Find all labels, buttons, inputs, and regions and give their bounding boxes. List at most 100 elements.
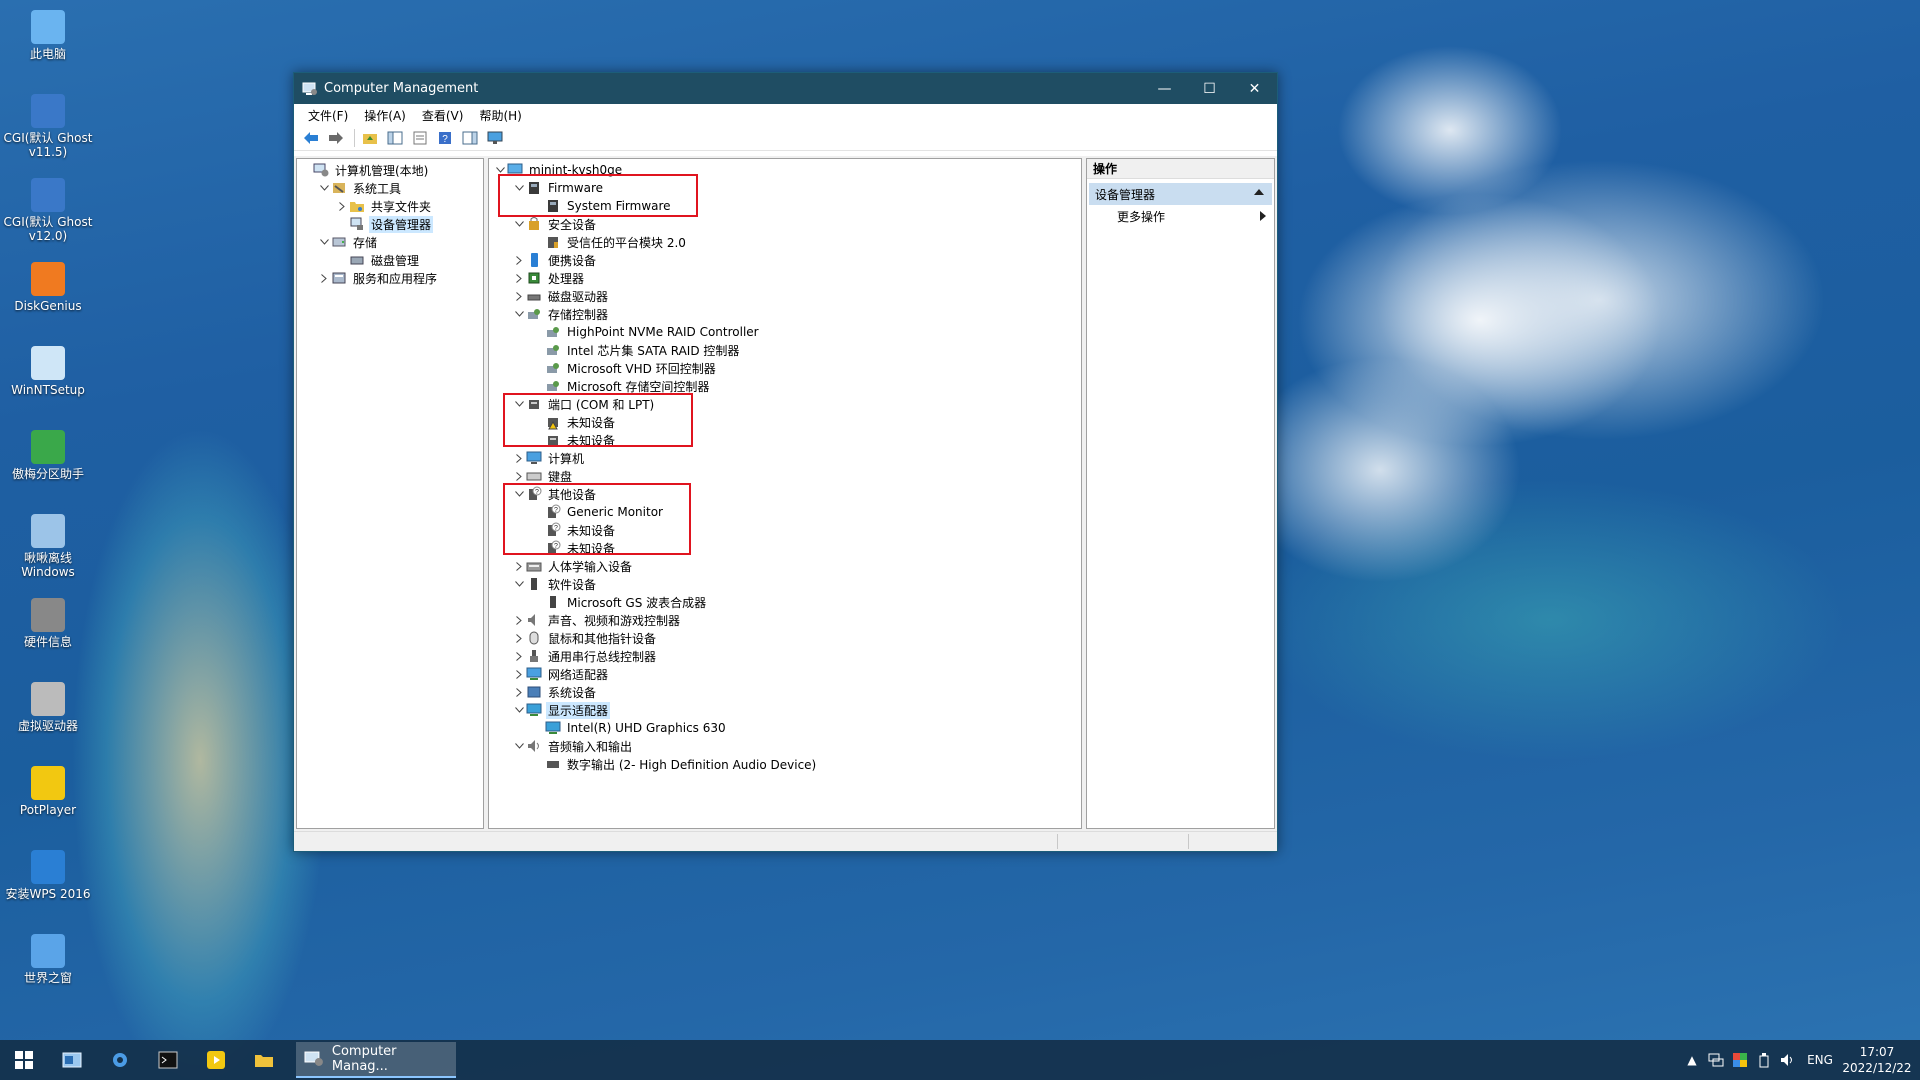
chevron-down-icon[interactable] bbox=[512, 311, 526, 317]
tree-item[interactable]: 系统设备 bbox=[512, 683, 598, 701]
desktop-icon[interactable]: PotPlayer bbox=[2, 762, 94, 842]
tree-item[interactable]: 共享文件夹 bbox=[335, 197, 433, 215]
desktop-icon[interactable]: 安装WPS 2016 bbox=[2, 846, 94, 926]
chevron-right-icon[interactable] bbox=[512, 687, 526, 697]
tree-item[interactable]: 网络适配器 bbox=[512, 665, 610, 683]
chevron-right-icon[interactable] bbox=[512, 669, 526, 679]
chevron-right-icon[interactable] bbox=[512, 651, 526, 661]
chevron-right-icon[interactable] bbox=[512, 291, 526, 301]
chevron-right-icon[interactable] bbox=[335, 201, 349, 211]
tree-item[interactable]: Microsoft GS 波表合成器 bbox=[531, 593, 708, 611]
scan-hardware-button[interactable] bbox=[484, 128, 506, 148]
menu-help[interactable]: 帮助(H) bbox=[471, 105, 529, 126]
tree-item[interactable]: 设备管理器 bbox=[335, 215, 434, 233]
minimize-button[interactable]: — bbox=[1142, 73, 1187, 104]
desktop-icon[interactable]: DiskGenius bbox=[2, 258, 94, 338]
chevron-down-icon[interactable] bbox=[317, 185, 331, 191]
tree-item[interactable]: 音频输入和输出 bbox=[512, 737, 634, 755]
tray-network[interactable] bbox=[1704, 1053, 1728, 1067]
tray-app[interactable] bbox=[1728, 1053, 1752, 1067]
tray-volume[interactable] bbox=[1776, 1053, 1800, 1067]
chevron-right-icon[interactable] bbox=[512, 633, 526, 643]
properties-button[interactable] bbox=[409, 128, 431, 148]
device-tree-pane[interactable]: minint-kvsh0ge Firmware System Firmware 安全设… bbox=[488, 158, 1082, 829]
tree-item[interactable]: 受信任的平台模块 2.0 bbox=[531, 233, 688, 251]
desktop-icon[interactable]: WinNTSetup bbox=[2, 342, 94, 422]
tree-item-label: 处理器 bbox=[548, 271, 585, 286]
tree-item[interactable]: 软件设备 bbox=[512, 575, 598, 593]
taskbar-file-explorer[interactable] bbox=[240, 1040, 288, 1080]
tree-item[interactable]: Microsoft VHD 环回控制器 bbox=[531, 359, 718, 377]
tree-item[interactable]: 通用串行总线控制器 bbox=[512, 647, 658, 665]
chevron-down-icon[interactable] bbox=[493, 167, 507, 173]
tree-item[interactable]: 存储控制器 bbox=[512, 305, 610, 323]
tree-item[interactable]: 显示适配器 bbox=[512, 701, 611, 719]
chevron-right-icon[interactable] bbox=[512, 273, 526, 283]
actions-section-device-manager[interactable]: 设备管理器 bbox=[1089, 183, 1272, 205]
chevron-right-icon[interactable] bbox=[512, 255, 526, 265]
menu-action[interactable]: 操作(A) bbox=[356, 105, 414, 126]
tree-item[interactable]: 计算机 bbox=[512, 449, 586, 467]
chevron-down-icon[interactable] bbox=[512, 581, 526, 587]
tree-item[interactable]: 数字输出 (2- High Definition Audio Device) bbox=[531, 755, 818, 773]
forward-button[interactable] bbox=[325, 128, 347, 148]
sound-icon bbox=[526, 612, 542, 628]
desktop-icon[interactable]: 啾啾离线 Windows bbox=[2, 510, 94, 590]
menu-file[interactable]: 文件(F) bbox=[300, 105, 356, 126]
desktop-icon[interactable]: 此电脑 bbox=[2, 6, 94, 86]
console-tree-pane[interactable]: 计算机管理(本地) 系统工具 共享文件夹 设备管理器 存储 磁盘管理 服务和应用程序 bbox=[296, 158, 484, 829]
desktop-icon[interactable]: 硬件信息 bbox=[2, 594, 94, 674]
portable-icon bbox=[526, 252, 542, 268]
tree-item[interactable]: Intel(R) UHD Graphics 630 bbox=[531, 719, 728, 737]
tree-item[interactable]: 存储 bbox=[317, 233, 379, 251]
more-actions-item[interactable]: 更多操作 bbox=[1087, 205, 1274, 227]
show-hide-tree-button[interactable] bbox=[384, 128, 406, 148]
taskbar-explorer-alt[interactable] bbox=[48, 1040, 96, 1080]
taskbar-settings[interactable] bbox=[96, 1040, 144, 1080]
up-folder-button[interactable] bbox=[359, 128, 381, 148]
desktop-icon[interactable]: 世界之窗 bbox=[2, 930, 94, 1010]
tree-item[interactable]: 计算机管理(本地) bbox=[299, 161, 430, 179]
tray-usb[interactable] bbox=[1752, 1052, 1776, 1068]
tree-item[interactable]: 便携设备 bbox=[512, 251, 598, 269]
tree-item[interactable]: 人体学输入设备 bbox=[512, 557, 634, 575]
tree-item[interactable]: HighPoint NVMe RAID Controller bbox=[531, 323, 761, 341]
tree-item[interactable]: 声音、视频和游戏控制器 bbox=[512, 611, 682, 629]
desktop-icon[interactable]: CGI(默认 Ghost v11.5) bbox=[2, 90, 94, 170]
chevron-down-icon[interactable] bbox=[512, 743, 526, 749]
desktop-icon[interactable]: CGI(默认 Ghost v12.0) bbox=[2, 174, 94, 254]
help-button[interactable]: ? bbox=[434, 128, 456, 148]
chevron-right-icon[interactable] bbox=[512, 561, 526, 571]
chevron-down-icon[interactable] bbox=[512, 707, 526, 713]
taskbar-cmd[interactable] bbox=[144, 1040, 192, 1080]
chevron-down-icon[interactable] bbox=[317, 239, 331, 245]
taskbar-potplayer[interactable] bbox=[192, 1040, 240, 1080]
tree-item[interactable]: 安全设备 bbox=[512, 215, 598, 233]
tree-item[interactable]: 磁盘管理 bbox=[335, 251, 421, 269]
tray-expand[interactable]: ▲ bbox=[1680, 1053, 1704, 1067]
tree-item[interactable]: 处理器 bbox=[512, 269, 586, 287]
back-button[interactable] bbox=[300, 128, 322, 148]
menu-view[interactable]: 查看(V) bbox=[414, 105, 472, 126]
chevron-right-icon[interactable] bbox=[512, 471, 526, 481]
tree-item-label: Microsoft GS 波表合成器 bbox=[567, 595, 707, 610]
taskbar-computer-management[interactable]: Computer Manag... bbox=[296, 1042, 456, 1078]
show-hide-action-pane-button[interactable] bbox=[459, 128, 481, 148]
tree-item[interactable]: 服务和应用程序 bbox=[317, 269, 439, 287]
chevron-right-icon[interactable] bbox=[512, 453, 526, 463]
tree-item[interactable]: 磁盘驱动器 bbox=[512, 287, 610, 305]
start-button[interactable] bbox=[0, 1040, 48, 1080]
chevron-right-icon[interactable] bbox=[317, 273, 331, 283]
desktop-icon[interactable]: 傲梅分区助手 bbox=[2, 426, 94, 506]
tree-item[interactable]: 鼠标和其他指针设备 bbox=[512, 629, 658, 647]
tree-item[interactable]: Intel 芯片集 SATA RAID 控制器 bbox=[531, 341, 741, 359]
clock[interactable]: 17:07 2022/12/22 bbox=[1840, 1044, 1914, 1076]
maximize-button[interactable]: ☐ bbox=[1187, 73, 1232, 104]
chevron-right-icon[interactable] bbox=[512, 615, 526, 625]
chevron-down-icon[interactable] bbox=[512, 221, 526, 227]
desktop-icon[interactable]: 虚拟驱动器 bbox=[2, 678, 94, 758]
close-button[interactable]: ✕ bbox=[1232, 73, 1277, 104]
tray-language[interactable]: ENG bbox=[1800, 1053, 1840, 1067]
title-bar[interactable]: Computer Management — ☐ ✕ bbox=[294, 73, 1277, 104]
tree-item[interactable]: 系统工具 bbox=[317, 179, 403, 197]
